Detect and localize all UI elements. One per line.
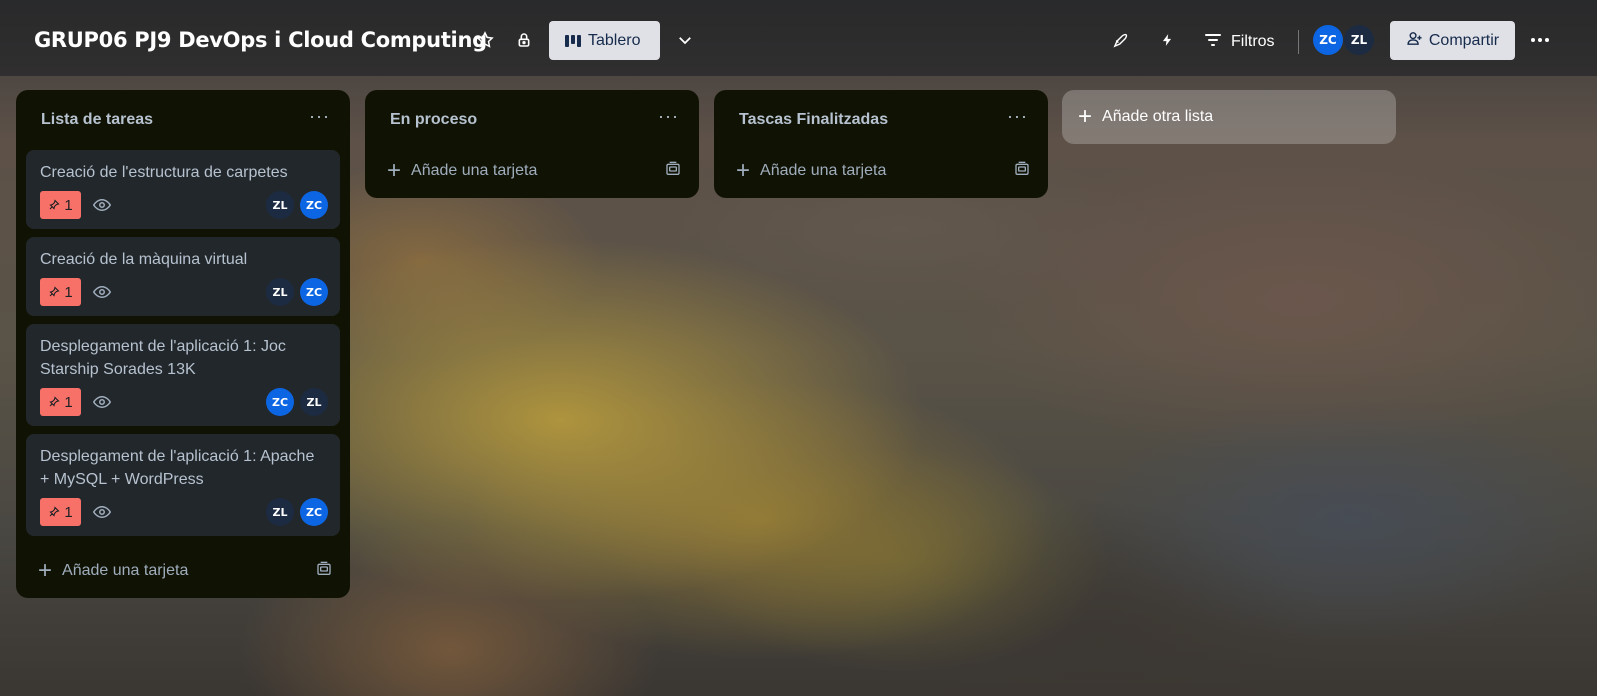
list-title[interactable]: En proceso bbox=[390, 111, 477, 129]
card-title: Desplegament de l'aplicació 1: Apache + … bbox=[40, 448, 315, 488]
card-badges: 1 ZL ZC bbox=[40, 498, 328, 526]
list-title[interactable]: Lista de tareas bbox=[41, 111, 153, 129]
board-title[interactable]: GRUP06 PJ9 DevOps i Cloud Computing bbox=[34, 28, 487, 52]
watching-eye-icon bbox=[93, 395, 111, 409]
priority-badge: 1 bbox=[40, 278, 81, 306]
card-members: ZC ZL bbox=[266, 388, 328, 416]
board-header: GRUP06 PJ9 DevOps i Cloud Computing Tabl… bbox=[0, 0, 1597, 76]
badge-count: 1 bbox=[64, 283, 73, 301]
card-template-icon[interactable] bbox=[1014, 161, 1030, 182]
list-en-proceso: En proceso ··· + Añade una tarjeta bbox=[365, 90, 699, 198]
board-icon bbox=[565, 34, 581, 47]
member-avatar-zc[interactable]: ZC bbox=[1313, 25, 1343, 55]
add-card-button[interactable]: + Añade una tarjeta bbox=[365, 150, 699, 198]
member-avatar-zc[interactable]: ZC bbox=[300, 191, 328, 219]
chevron-down-icon[interactable] bbox=[669, 24, 701, 56]
card-badges: 1 ZL ZC bbox=[40, 191, 328, 219]
share-button[interactable]: Compartir bbox=[1390, 21, 1515, 60]
member-avatar-zl[interactable]: ZL bbox=[266, 498, 294, 526]
member-avatar-zc[interactable]: ZC bbox=[300, 278, 328, 306]
add-card-label: Añade una tarjeta bbox=[411, 162, 538, 179]
watching-eye-icon bbox=[93, 198, 111, 212]
member-avatar-zc[interactable]: ZC bbox=[300, 498, 328, 526]
member-avatar-zl[interactable]: ZL bbox=[300, 388, 328, 416]
priority-badge: 1 bbox=[40, 388, 81, 416]
card[interactable]: Desplegament de l'aplicació 1: Joc Stars… bbox=[26, 324, 340, 426]
filter-icon bbox=[1205, 33, 1221, 52]
card-template-icon[interactable] bbox=[665, 161, 681, 182]
lock-icon[interactable] bbox=[508, 24, 540, 56]
pin-icon bbox=[49, 506, 60, 517]
card-members: ZL ZC bbox=[266, 278, 328, 306]
list-menu-icon[interactable]: ··· bbox=[309, 107, 330, 129]
add-list-label: Añade otra lista bbox=[1102, 108, 1214, 125]
plus-icon: + bbox=[736, 157, 751, 184]
list-tascas-finalitzadas: Tascas Finalitzadas ··· + Añade una tarj… bbox=[714, 90, 1048, 198]
more-menu-icon[interactable] bbox=[1524, 24, 1556, 56]
plus-icon: + bbox=[1078, 103, 1093, 130]
card[interactable]: Creació de la màquina virtual 1 ZL ZC bbox=[26, 237, 340, 316]
board-view-label: Tablero bbox=[588, 31, 641, 49]
pin-icon bbox=[49, 286, 60, 297]
list-header: En proceso ··· bbox=[365, 90, 699, 150]
list-menu-icon[interactable]: ··· bbox=[658, 107, 679, 129]
header-divider bbox=[1298, 30, 1299, 54]
badge-count: 1 bbox=[64, 503, 73, 521]
add-card-label: Añade una tarjeta bbox=[760, 162, 887, 179]
list-menu-icon[interactable]: ··· bbox=[1007, 107, 1028, 129]
filters-label: Filtros bbox=[1231, 33, 1275, 50]
add-card-label: Añade una tarjeta bbox=[62, 562, 189, 579]
card-badges: 1 ZC ZL bbox=[40, 388, 328, 416]
member-avatar-zl[interactable]: ZL bbox=[1344, 25, 1374, 55]
member-avatar-zl[interactable]: ZL bbox=[266, 191, 294, 219]
pin-icon bbox=[49, 396, 60, 407]
badge-count: 1 bbox=[64, 393, 73, 411]
card-badges: 1 ZL ZC bbox=[40, 278, 328, 306]
card[interactable]: Creació de l'estructura de carpetes 1 ZL… bbox=[26, 150, 340, 229]
plus-icon: + bbox=[387, 157, 402, 184]
list-lista-de-tareas: Lista de tareas ··· Creació de l'estruct… bbox=[16, 90, 350, 598]
priority-badge: 1 bbox=[40, 498, 81, 526]
list-header: Tascas Finalitzadas ··· bbox=[714, 90, 1048, 150]
filters-button[interactable]: Filtros bbox=[1205, 24, 1275, 60]
card-template-icon[interactable] bbox=[316, 561, 332, 582]
list-header: Lista de tareas ··· bbox=[16, 90, 350, 150]
card-members: ZL ZC bbox=[266, 191, 328, 219]
card-title: Creació de l'estructura de carpetes bbox=[40, 164, 288, 181]
add-card-button[interactable]: + Añade una tarjeta bbox=[714, 150, 1048, 198]
star-icon[interactable] bbox=[469, 24, 501, 56]
member-avatar-zl[interactable]: ZL bbox=[266, 278, 294, 306]
plus-icon: + bbox=[38, 557, 53, 584]
card-title: Creació de la màquina virtual bbox=[40, 251, 248, 268]
badge-count: 1 bbox=[64, 196, 73, 214]
priority-badge: 1 bbox=[40, 191, 81, 219]
automation-bolt-icon[interactable] bbox=[1151, 24, 1183, 56]
card[interactable]: Desplegament de l'aplicació 1: Apache + … bbox=[26, 434, 340, 536]
share-label: Compartir bbox=[1428, 31, 1500, 49]
board-view-button[interactable]: Tablero bbox=[549, 21, 660, 60]
power-ups-rocket-icon[interactable] bbox=[1104, 24, 1136, 56]
list-title[interactable]: Tascas Finalitzadas bbox=[739, 111, 888, 129]
add-person-icon bbox=[1406, 30, 1423, 52]
pin-icon bbox=[49, 199, 60, 210]
member-avatar-zc[interactable]: ZC bbox=[266, 388, 294, 416]
watching-eye-icon bbox=[93, 285, 111, 299]
card-members: ZL ZC bbox=[266, 498, 328, 526]
card-title: Desplegament de l'aplicació 1: Joc Stars… bbox=[40, 338, 286, 378]
watching-eye-icon bbox=[93, 505, 111, 519]
add-card-button[interactable]: + Añade una tarjeta bbox=[16, 544, 350, 598]
add-list-button[interactable]: + Añade otra lista bbox=[1062, 90, 1396, 144]
